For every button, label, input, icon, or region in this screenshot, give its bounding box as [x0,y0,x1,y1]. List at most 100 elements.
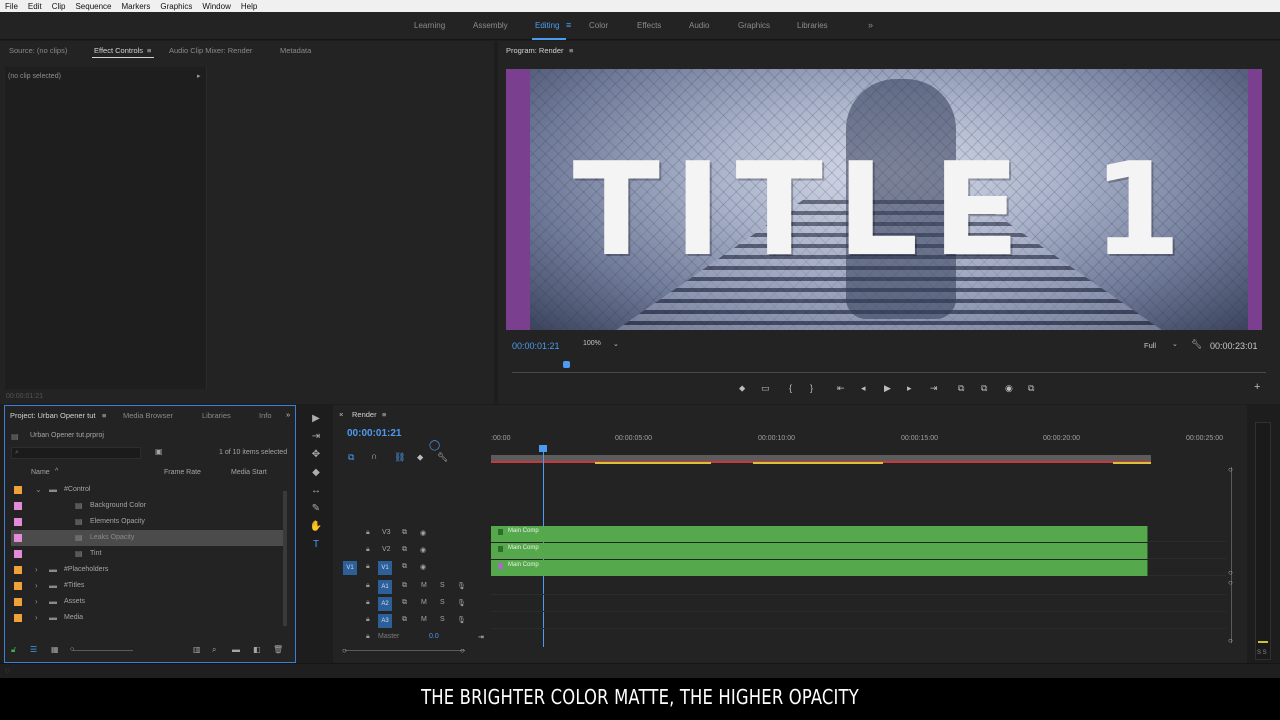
sync-lock-icon[interactable]: ⧉ [402,529,407,537]
selection-tool-icon[interactable]: ▶ [305,413,327,431]
timeline-timecode[interactable]: 00:00:01:21 [347,428,401,439]
project-item[interactable]: ⌄ ▬ #Control [11,482,283,498]
list-view-icon[interactable]: ☰ [30,645,37,654]
button-editor-add-icon[interactable]: + [1254,381,1260,393]
solo-button[interactable]: S [440,616,445,623]
timeline-vertical-scrollbar[interactable] [1231,467,1232,643]
zoom-slider[interactable] [73,650,133,651]
label-color-swatch[interactable] [14,598,22,606]
track-target-a2[interactable]: A2 [378,597,392,611]
clip[interactable]: Main Comp [491,560,1148,576]
sync-lock-icon[interactable]: ⧉ [402,582,407,590]
meter-scale[interactable]: S S [1257,650,1267,656]
menu-clip[interactable]: Clip [47,2,71,11]
tab-program[interactable]: Program: Render [506,46,564,55]
scrollbar-handle-top[interactable]: ○ [1228,465,1233,474]
sync-lock-icon[interactable]: ⧉ [402,616,407,624]
project-overflow-icon[interactable]: » [286,410,290,419]
menu-graphics[interactable]: Graphics [155,2,197,11]
go-to-end-icon[interactable]: ⇥ [478,633,484,641]
project-item[interactable]: › ▬ #Placeholders [11,562,283,578]
label-color-swatch[interactable] [14,502,22,510]
project-item[interactable]: ▤ Leaks Opacity [11,530,283,546]
sync-lock-icon[interactable]: ⧉ [402,546,407,554]
solo-button[interactable]: S [440,582,445,589]
tab-media-browser[interactable]: Media Browser [123,411,173,420]
lock-icon[interactable]: 🔒︎ [366,563,370,571]
mute-button[interactable]: M [421,616,427,623]
workspace-audio[interactable]: Audio [689,21,709,30]
timeline-settings-wrench-icon[interactable]: 🔧︎ [437,452,448,463]
project-item[interactable]: › ▬ #Titles [11,578,283,594]
menu-markers[interactable]: Markers [117,2,156,11]
project-item[interactable]: ▤ Elements Opacity [11,514,283,530]
comparison-view-icon[interactable]: ⧉ [1028,383,1034,394]
workspace-learning[interactable]: Learning [414,21,445,30]
solo-button[interactable]: S [440,599,445,606]
project-scrollbar[interactable] [283,491,287,626]
write-lock-icon[interactable]: 🔓︎ [11,645,16,655]
safe-margins-icon[interactable]: ▭ [761,383,770,394]
sync-lock-icon[interactable]: ⧉ [402,563,407,571]
ripple-edit-tool-icon[interactable]: ✥ [305,449,327,467]
new-bin-icon[interactable]: ▬ [232,645,240,654]
tab-info[interactable]: Info [259,411,272,420]
step-back-icon[interactable]: ◂ [861,383,866,394]
track-name[interactable]: V2 [382,546,391,553]
lock-icon[interactable]: 🔒︎ [366,616,370,624]
tab-audio-clip-mixer[interactable]: Audio Clip Mixer: Render [169,46,252,55]
tab-project[interactable]: Project: Urban Opener tut [10,411,95,420]
chevron-down-icon[interactable]: ⌄ [1172,340,1178,348]
menu-sequence[interactable]: Sequence [70,2,116,11]
label-color-swatch[interactable] [14,534,22,542]
project-menu-icon[interactable]: ≡ [102,411,106,420]
project-item[interactable]: › ▬ Media [11,610,283,626]
source-patch-v1[interactable]: V1 [343,561,357,575]
timeline-ruler[interactable]: :00:00 00:00:05:00 00:00:10:00 00:00:15:… [491,433,1231,453]
add-marker-icon[interactable]: ⬥ [417,452,423,463]
program-playhead-marker[interactable] [563,361,570,368]
workspace-graphics[interactable]: Graphics [738,21,770,30]
linked-selection-icon[interactable]: ⛓︎ [394,452,405,463]
lock-icon[interactable]: 🔒︎ [366,546,370,554]
menu-help[interactable]: Help [236,2,262,11]
column-media-start[interactable]: Media Start [231,469,267,476]
mark-out-icon[interactable]: } [810,383,813,393]
clip[interactable]: Main Comp [491,526,1148,542]
workspace-libraries[interactable]: Libraries [797,21,828,30]
scrollbar-handle-mid[interactable]: ○ [1228,578,1233,587]
lock-icon[interactable]: 🔒︎ [366,633,370,641]
label-color-swatch[interactable] [14,614,22,622]
go-to-out-icon[interactable]: ⇥ [930,383,938,394]
column-frame-rate[interactable]: Frame Rate [164,469,201,476]
type-tool-icon[interactable]: T [305,539,327,557]
nest-toggle-icon[interactable]: ⧉ [348,452,354,463]
menu-edit[interactable]: Edit [23,2,47,11]
program-scrub-bar[interactable] [512,372,1266,373]
mute-button[interactable]: M [421,582,427,589]
workspace-effects[interactable]: Effects [637,21,661,30]
label-color-swatch[interactable] [14,582,22,590]
wrench-icon[interactable]: 🔧︎ [1191,339,1202,350]
program-playhead-timecode[interactable]: 00:00:01:21 [512,341,560,351]
column-name[interactable]: Name [31,469,50,476]
chevron-right-icon[interactable]: › [35,581,38,590]
project-item[interactable]: ▤ Tint [11,546,283,562]
lock-icon[interactable]: 🔒︎ [366,599,370,607]
find-icon[interactable]: ⌕ [212,645,216,655]
extract-icon[interactable]: ⧉ [981,383,987,394]
trash-icon[interactable]: 🗑︎ [273,645,283,654]
lock-icon[interactable]: 🔒︎ [366,582,370,590]
program-menu-icon[interactable]: ≡ [569,46,573,55]
expand-arrow-icon[interactable]: ▸ [197,72,201,80]
scrollbar-handle-mid[interactable]: ○ [1228,568,1233,577]
eye-icon[interactable]: ◉ [420,529,426,537]
scrollbar-handle-left[interactable]: ○ [342,646,347,655]
project-search-input[interactable]: ⌕ [11,447,141,459]
close-icon[interactable]: × [339,410,343,419]
voiceover-mic-icon[interactable]: 🎙︎ [457,616,466,624]
automate-to-sequence-icon[interactable]: ▥ [193,645,201,654]
tab-sequence-render[interactable]: Render [352,410,377,419]
new-bin-from-search-icon[interactable]: ▣ [155,447,163,456]
eye-icon[interactable]: ◉ [420,563,426,571]
